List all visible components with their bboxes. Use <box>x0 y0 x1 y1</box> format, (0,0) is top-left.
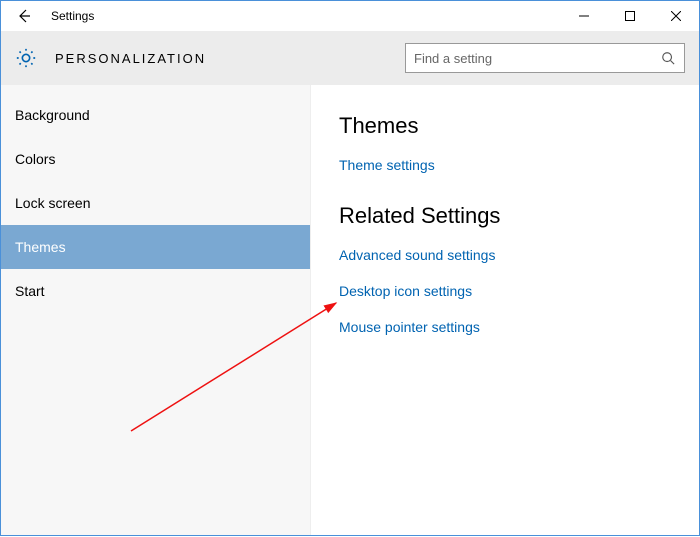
sidebar-item-label: Themes <box>15 239 66 255</box>
sidebar-item-label: Background <box>15 107 90 123</box>
titlebar: Settings <box>1 1 699 31</box>
sidebar-item-label: Start <box>15 283 45 299</box>
section-heading-related: Related Settings <box>339 203 671 229</box>
maximize-icon <box>625 11 635 21</box>
body-split: Background Colors Lock screen Themes Sta… <box>1 85 699 535</box>
link-theme-settings[interactable]: Theme settings <box>339 157 671 173</box>
search-input[interactable] <box>414 51 660 66</box>
back-arrow-icon <box>16 8 32 24</box>
sidebar-item-colors[interactable]: Colors <box>1 137 310 181</box>
gear-icon <box>15 47 37 69</box>
search-box[interactable] <box>405 43 685 73</box>
sidebar-item-label: Lock screen <box>15 195 90 211</box>
link-mouse-pointer[interactable]: Mouse pointer settings <box>339 319 671 335</box>
category-title: PERSONALIZATION <box>55 51 206 66</box>
minimize-button[interactable] <box>561 1 607 31</box>
sidebar-item-start[interactable]: Start <box>1 269 310 313</box>
link-desktop-icon[interactable]: Desktop icon settings <box>339 283 671 299</box>
sidebar-item-themes[interactable]: Themes <box>1 225 310 269</box>
section-heading-themes: Themes <box>339 113 671 139</box>
close-button[interactable] <box>653 1 699 31</box>
search-icon <box>660 51 676 65</box>
sidebar: Background Colors Lock screen Themes Sta… <box>1 85 311 535</box>
back-button[interactable] <box>1 1 47 31</box>
sidebar-item-label: Colors <box>15 151 55 167</box>
sidebar-item-lock-screen[interactable]: Lock screen <box>1 181 310 225</box>
header-band: PERSONALIZATION <box>1 31 699 85</box>
minimize-icon <box>579 11 589 21</box>
maximize-button[interactable] <box>607 1 653 31</box>
link-advanced-sound[interactable]: Advanced sound settings <box>339 247 671 263</box>
window-title: Settings <box>51 9 94 23</box>
content-pane: Themes Theme settings Related Settings A… <box>311 85 699 535</box>
close-icon <box>671 11 681 21</box>
sidebar-item-background[interactable]: Background <box>1 93 310 137</box>
